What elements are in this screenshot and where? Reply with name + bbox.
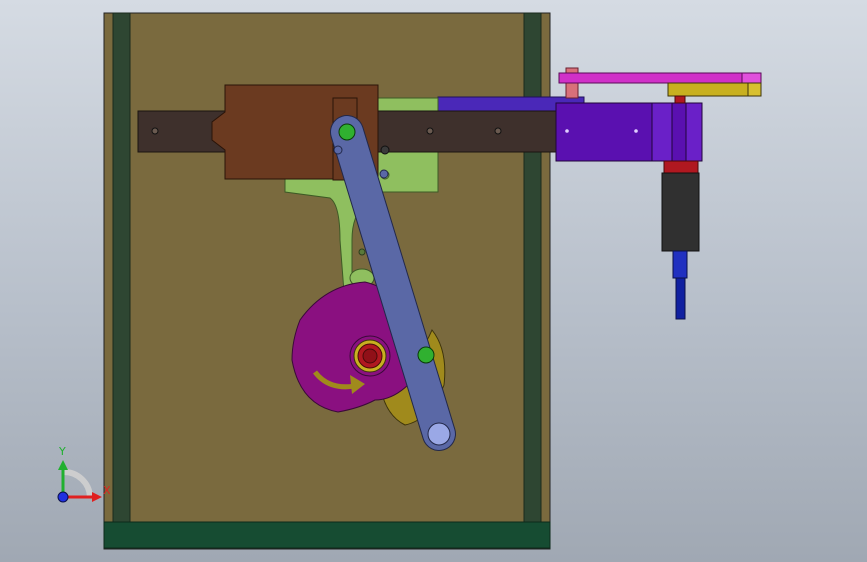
arm-hole [379, 169, 389, 179]
red-spacer [674, 95, 686, 104]
right-rail[interactable] [523, 12, 542, 524]
actuator-hole [634, 129, 638, 133]
triad-x-label: X [103, 484, 111, 497]
cam-hub-center [362, 348, 378, 364]
actuator-hole [565, 129, 569, 133]
pink-arm[interactable] [558, 72, 762, 84]
triad-y-arrowhead [58, 460, 68, 470]
triad-x-arrowhead [92, 492, 102, 502]
motor[interactable] [661, 172, 700, 252]
motor-shaft-collar [672, 250, 688, 279]
motor-coupling [663, 160, 699, 174]
yellow-arm-end [747, 82, 762, 97]
arm-hole [333, 145, 343, 155]
base-plate[interactable] [103, 521, 551, 549]
slider-hole [380, 145, 390, 155]
actuator-block[interactable] [555, 102, 703, 162]
slide-bar-hole [426, 127, 434, 135]
actuator-cap [651, 102, 673, 162]
arm-bottom-pivot[interactable] [427, 422, 451, 446]
triad-y-label: Y [58, 445, 66, 458]
bracket-hole [358, 248, 366, 256]
yellow-arm[interactable] [667, 82, 762, 97]
triad-z-axis [57, 491, 69, 503]
left-rail[interactable] [112, 12, 131, 524]
slide-bar-hole [151, 127, 159, 135]
axes-triad: Y X [57, 445, 111, 503]
pink-arm-end [741, 72, 762, 84]
arm-mid-pivot[interactable] [417, 346, 435, 364]
triad-arc [63, 469, 93, 498]
assembly-drawing[interactable]: Y X [0, 0, 867, 562]
cad-viewport[interactable]: Y X [0, 0, 867, 562]
motor-shaft[interactable] [675, 277, 686, 320]
actuator-flange [685, 102, 703, 162]
slide-bar-hole [494, 127, 502, 135]
arm-top-pivot[interactable] [338, 123, 356, 141]
